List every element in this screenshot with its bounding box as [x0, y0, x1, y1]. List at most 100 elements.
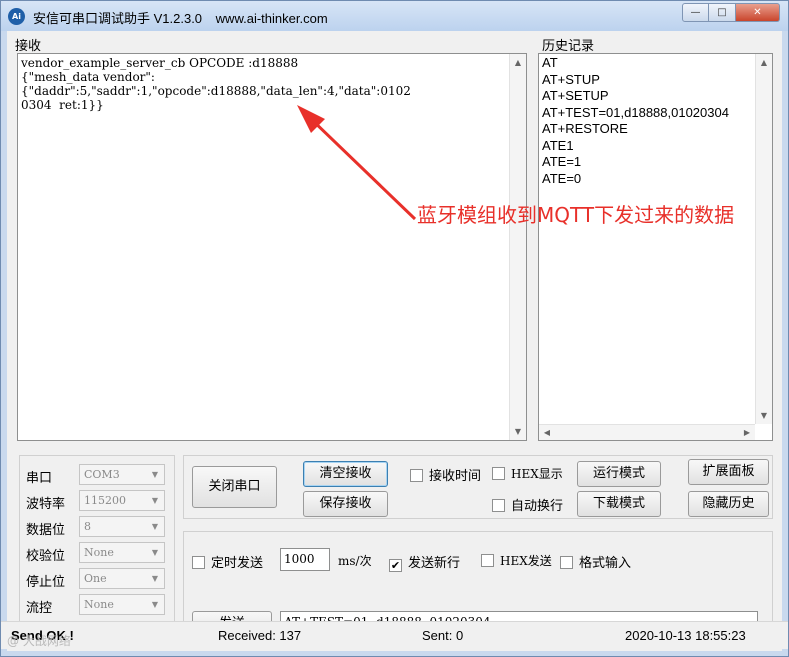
stopbits-select[interactable]: One ▼: [79, 568, 165, 589]
port-value: COM3: [84, 468, 120, 481]
hex-display-label: HEX显示: [511, 467, 563, 481]
hide-history-button[interactable]: 隐藏历史: [688, 491, 769, 517]
history-item[interactable]: AT+RESTORE: [542, 121, 729, 138]
history-item[interactable]: ATE=1: [542, 154, 729, 171]
annotation-arrow-icon: [297, 105, 417, 221]
baud-label: 波特率: [26, 497, 66, 512]
history-item[interactable]: AT+TEST=01,d18888,01020304: [542, 105, 729, 122]
receive-label: 接收: [15, 39, 42, 54]
flow-label: 流控: [26, 601, 53, 616]
history-item[interactable]: ATE=0: [542, 171, 729, 188]
minimize-button[interactable]: —: [682, 3, 709, 22]
port-label: 串口: [26, 471, 53, 486]
receive-controls: 关闭串口 清空接收 保存接收 接收时间 HEX显示 自动换行 运行模式 下载模式…: [183, 455, 773, 519]
scroll-down-icon[interactable]: ▼: [756, 407, 772, 424]
history-item[interactable]: AT+SETUP: [542, 88, 729, 105]
status-datetime: 2020-10-13 18:55:23: [625, 628, 746, 643]
scroll-up-icon[interactable]: ▲: [756, 54, 772, 71]
download-mode-button[interactable]: 下载模式: [577, 491, 661, 517]
send-newline-label: 发送新行: [408, 556, 461, 571]
databits-label: 数据位: [26, 523, 66, 538]
auto-wrap-label: 自动换行: [511, 499, 564, 514]
flow-value: None: [84, 598, 114, 611]
checkbox-icon[interactable]: [492, 499, 505, 512]
checkbox-icon[interactable]: [492, 467, 505, 480]
hex-send-label: HEX发送: [500, 554, 552, 568]
app-logo-icon: Ai: [8, 8, 25, 25]
close-button[interactable]: ✕: [736, 3, 780, 22]
annotation-text: 蓝牙模组收到MQTT下发过来的数据: [417, 203, 735, 227]
history-item[interactable]: AT+STUP: [542, 72, 729, 89]
port-select[interactable]: COM3 ▼: [79, 464, 165, 485]
scroll-left-icon[interactable]: ◀: [539, 425, 555, 441]
scroll-right-icon[interactable]: ▶: [739, 425, 755, 441]
close-port-button[interactable]: 关闭串口: [192, 466, 277, 508]
window-controls: — □ ✕: [682, 3, 780, 23]
maximize-button[interactable]: □: [709, 3, 736, 22]
history-horizontal-scrollbar[interactable]: ◀ ▶: [539, 424, 755, 440]
scroll-up-icon[interactable]: ▲: [510, 54, 526, 71]
history-label: 历史记录: [542, 39, 595, 54]
expand-panel-button[interactable]: 扩展面板: [688, 459, 769, 485]
receive-scrollbar[interactable]: ▲ ▼: [509, 54, 526, 440]
baud-setting: 波特率 115200 ▼: [26, 490, 174, 512]
flow-setting: 流控 None ▼: [26, 594, 174, 616]
chevron-down-icon[interactable]: ▼: [147, 518, 163, 535]
parity-select[interactable]: None ▼: [79, 542, 165, 563]
databits-value: 8: [84, 520, 91, 533]
parity-value: None: [84, 546, 114, 559]
chevron-down-icon[interactable]: ▼: [147, 544, 163, 561]
checkbox-icon[interactable]: [560, 556, 573, 569]
parity-label: 校验位: [26, 549, 66, 564]
save-receive-button[interactable]: 保存接收: [303, 491, 388, 517]
timed-send-label: 定时发送: [211, 556, 264, 571]
window-title: 安信可串口调试助手 V1.2.3.0 www.ai-thinker.com: [33, 8, 328, 27]
receive-time-label: 接收时间: [429, 469, 482, 484]
hex-display-checkbox[interactable]: HEX显示: [492, 465, 563, 483]
history-item[interactable]: AT: [542, 55, 729, 72]
baud-value: 115200: [84, 494, 126, 507]
chevron-down-icon[interactable]: ▼: [147, 596, 163, 613]
history-vertical-scrollbar[interactable]: ▲ ▼: [755, 54, 772, 424]
received-count: Received: 137: [218, 628, 302, 643]
send-newline-checkbox[interactable]: ✔ 发送新行: [389, 552, 461, 572]
scroll-down-icon[interactable]: ▼: [510, 423, 526, 440]
serial-settings: 串口 COM3 ▼ 波特率 115200 ▼ 数据位 8 ▼ 校验位 None …: [19, 455, 175, 645]
interval-unit: ms/次: [338, 552, 372, 570]
interval-input[interactable]: 1000: [280, 548, 330, 571]
receive-textarea[interactable]: vendor_example_server_cb OPCODE :d18888 …: [17, 53, 527, 441]
timed-send-checkbox[interactable]: 定时发送: [192, 552, 264, 571]
format-input-checkbox[interactable]: 格式输入: [560, 552, 632, 571]
history-item[interactable]: ATE1: [542, 138, 729, 155]
format-input-label: 格式输入: [579, 556, 632, 571]
hex-send-checkbox[interactable]: HEX发送: [481, 552, 552, 570]
checkbox-icon[interactable]: [410, 469, 423, 482]
receive-content[interactable]: vendor_example_server_cb OPCODE :d18888 …: [21, 56, 501, 112]
run-mode-button[interactable]: 运行模式: [577, 461, 661, 487]
website-url: www.ai-thinker.com: [215, 11, 328, 26]
app-title: 安信可串口调试助手 V1.2.3.0: [33, 11, 203, 26]
chevron-down-icon[interactable]: ▼: [147, 570, 163, 587]
client-area: 接收 vendor_example_server_cb OPCODE :d188…: [7, 31, 782, 651]
status-bar: Send OK ! Received: 137 Sent: 0 2020-10-…: [1, 621, 788, 649]
receive-time-checkbox[interactable]: 接收时间: [410, 465, 482, 484]
clear-receive-button[interactable]: 清空接收: [303, 461, 388, 487]
baud-select[interactable]: 115200 ▼: [79, 490, 165, 511]
app-window: Ai 安信可串口调试助手 V1.2.3.0 www.ai-thinker.com…: [0, 0, 789, 657]
port-setting: 串口 COM3 ▼: [26, 464, 174, 486]
databits-setting: 数据位 8 ▼: [26, 516, 174, 538]
flow-select[interactable]: None ▼: [79, 594, 165, 615]
checkbox-icon[interactable]: [481, 554, 494, 567]
title-bar[interactable]: Ai 安信可串口调试助手 V1.2.3.0 www.ai-thinker.com…: [1, 1, 788, 31]
stopbits-setting: 停止位 One ▼: [26, 568, 174, 590]
chevron-down-icon[interactable]: ▼: [147, 466, 163, 483]
interval-unit-label: ms/次: [338, 554, 372, 568]
history-items: AT AT+STUP AT+SETUP AT+TEST=01,d18888,01…: [542, 55, 729, 187]
checkbox-icon[interactable]: [192, 556, 205, 569]
auto-wrap-checkbox[interactable]: 自动换行: [492, 495, 564, 514]
checkmark-icon[interactable]: ✔: [389, 559, 402, 572]
databits-select[interactable]: 8 ▼: [79, 516, 165, 537]
chevron-down-icon[interactable]: ▼: [147, 492, 163, 509]
history-list[interactable]: AT AT+STUP AT+SETUP AT+TEST=01,d18888,01…: [538, 53, 773, 441]
watermark: @ 大战网络: [7, 634, 71, 648]
